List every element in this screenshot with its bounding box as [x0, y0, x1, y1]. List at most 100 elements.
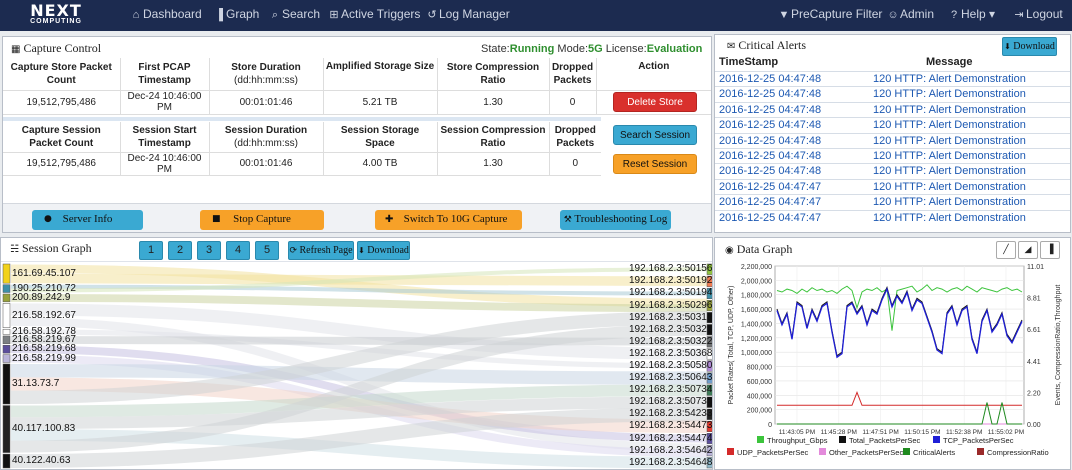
nav-label: Admin	[900, 7, 935, 21]
nav-label: Search	[282, 7, 321, 21]
legend-label[interactable]: UDP_PacketsPerSec	[737, 448, 809, 457]
session-header-row: Capture Session Packet Count Session Sta…	[3, 122, 601, 152]
sankey-area: 161.69.45.107 190.25.210.72 200.89.242.9 21…	[1, 261, 712, 469]
troubleshooting-log-button[interactable]: ⚒ Troubleshooting Log	[560, 210, 671, 230]
data-graph-chart: 0 200,000 400,000 600,000 800,000 1,000,000 1,…	[727, 264, 1062, 457]
nav-dashboard[interactable]: ⌂ Dashboard	[129, 7, 202, 21]
logout-icon: ⇥	[1014, 9, 1024, 21]
sankey-source-node[interactable]	[2, 284, 11, 293]
reset-session-button[interactable]: Reset Session	[613, 154, 697, 174]
store-ratio-header: Store Compression Ratio	[437, 58, 550, 90]
critical-alerts-label: Critical Alerts	[738, 38, 807, 52]
store-count-header: Capture Store Packet Count	[3, 58, 121, 90]
page-button-3[interactable]: 3	[197, 241, 221, 260]
refresh-icon: ⟳	[289, 246, 297, 256]
alert-row[interactable]: 2016-12-25 04:47:48 120 HTTP: Alert Demon…	[715, 117, 1070, 132]
nav-graph[interactable]: ▐ Graph	[212, 7, 259, 21]
mode-value: 5G	[588, 43, 603, 55]
search-session-button[interactable]: Search Session	[613, 125, 697, 145]
sankey-link[interactable]	[10, 363, 708, 385]
nav-right-0[interactable]: ▼ PreCapture Filter	[777, 7, 883, 21]
sankey-source-node[interactable]	[2, 354, 11, 363]
y2-tick-label: 6.61	[1027, 327, 1041, 334]
alert-row[interactable]: 2016-12-25 04:47:48 120 HTTP: Alert Demon…	[715, 71, 1070, 86]
y2-axis-label: Events, CompressionRatio,Throughput	[1055, 285, 1062, 406]
stop-capture-button[interactable]: ■ Stop Capture	[200, 210, 324, 230]
legend-swatch	[977, 448, 984, 455]
bar-chart-icon-button[interactable]: ▐	[1040, 241, 1060, 259]
sankey-source-node[interactable]	[2, 335, 11, 345]
wrench-icon: ⚒	[563, 215, 572, 225]
dest-ip-label: 192.168.2.3:50735	[629, 396, 713, 408]
nav-right-2[interactable]: ? Help ▾	[947, 7, 995, 21]
next-computing-logo[interactable]: NEXT COMPUTING	[22, 3, 90, 29]
dest-ip-label: 192.168.2.3:50194	[629, 287, 713, 299]
nav-log-manager[interactable]: ↺ Log Manager	[425, 7, 509, 21]
y-tick-label: 1,800,000	[741, 293, 772, 300]
dest-ip-label: 192.168.2.3:50156	[629, 263, 713, 275]
page-button-2[interactable]: 2	[168, 241, 192, 260]
data-graph-title: ◉ Data Graph	[725, 242, 792, 257]
x-tick-label: 11:43:05 PM	[779, 429, 815, 436]
nav-right-3[interactable]: ⇥ Logout	[1012, 7, 1063, 21]
x-tick-label: 11:52:38 PM	[946, 429, 982, 436]
alert-row[interactable]: 2016-12-25 04:47:47 120 HTTP: Alert Demon…	[715, 194, 1070, 209]
sankey-link[interactable]	[10, 335, 708, 346]
legend-label[interactable]: CompressionRatio	[987, 448, 1049, 457]
nav-right-1[interactable]: ☺Admin	[886, 7, 934, 21]
plus-square-icon: ⊞	[329, 9, 339, 21]
legend-label[interactable]: Throughput_Gbps	[767, 436, 828, 445]
alert-message: 120 HTTP: Alert Demonstration	[873, 196, 1026, 209]
sankey-source-node[interactable]	[2, 345, 11, 354]
sankey-source-node[interactable]	[2, 363, 11, 405]
sankey-source-node[interactable]	[2, 328, 11, 335]
alert-row[interactable]: 2016-12-25 04:47:47 120 HTTP: Alert Demon…	[715, 178, 1070, 194]
alert-timestamp: 2016-12-25 04:47:47	[719, 196, 822, 209]
legend-label[interactable]: Total_PacketsPerSec	[849, 436, 921, 445]
nav-search[interactable]: ⌕ Search	[268, 7, 320, 22]
download-icon: ⬇	[1004, 42, 1011, 51]
amplified-size-value: 5.21 TB	[323, 89, 438, 115]
legend-label[interactable]: Other_PacketsPerSec	[829, 448, 903, 457]
sankey-source-node[interactable]	[2, 453, 11, 469]
line-chart-icon-button[interactable]: ╱	[996, 241, 1016, 259]
alert-row[interactable]: 2016-12-25 04:47:47 120 HTTP: Alert Demon…	[715, 209, 1070, 225]
page-button-4[interactable]: 4	[226, 241, 250, 260]
page-button-1[interactable]: 1	[139, 241, 163, 260]
alert-row[interactable]: 2016-12-25 04:47:48 120 HTTP: Alert Demon…	[715, 132, 1070, 148]
server-info-button[interactable]: ● Server Info	[32, 210, 143, 230]
critical-alerts-panel: ✉ Critical Alerts ⬇ Download TimeStamp M…	[714, 34, 1071, 233]
alert-message: 120 HTTP: Alert Demonstration	[873, 134, 1026, 147]
store-header-row: Capture Store Packet Count First PCAP Ti…	[3, 58, 711, 90]
alert-row[interactable]: 2016-12-25 04:47:48 120 HTTP: Alert Demon…	[715, 148, 1070, 163]
search-icon: ⌕	[271, 9, 279, 21]
y-tick-label: 600,000	[747, 379, 772, 386]
switch-capture-button[interactable]: ✚ Switch To 10G Capture	[375, 210, 522, 230]
session-count-value: 19,512,795,486	[3, 151, 121, 176]
sankey-source-node[interactable]	[2, 405, 11, 453]
sankey-source-node[interactable]	[2, 263, 11, 284]
nav-label: Logout	[1026, 7, 1063, 21]
stop-capture-label: Stop Capture	[233, 213, 291, 225]
alert-row[interactable]: 2016-12-25 04:47:48 120 HTTP: Alert Demon…	[715, 163, 1070, 178]
source-ip-label: 200.89.242.9	[12, 291, 71, 303]
sankey-source-node[interactable]	[2, 293, 11, 303]
y-tick-label: 400,000	[747, 393, 772, 400]
nav-active-triggers[interactable]: ⊞ Active Triggers	[327, 7, 420, 21]
page-button-5[interactable]: 5	[255, 241, 279, 260]
alert-row[interactable]: 2016-12-25 04:47:48 120 HTTP: Alert Demon…	[715, 101, 1070, 117]
info-icon: ●	[44, 214, 52, 224]
alert-message: 120 HTTP: Alert Demonstration	[873, 73, 1026, 85]
refresh-page-button[interactable]: ⟳ Refresh Page	[288, 241, 354, 260]
alerts-download-button[interactable]: ⬇ Download	[1002, 37, 1057, 56]
y-tick-label: 800,000	[747, 365, 772, 372]
delete-store-button[interactable]: Delete Store	[613, 92, 697, 112]
alert-row[interactable]: 2016-12-25 04:47:48 120 HTTP: Alert Demon…	[715, 86, 1070, 101]
legend-label[interactable]: TCP_PacketsPerSec	[943, 436, 1014, 445]
sankey-source-node[interactable]	[2, 303, 11, 328]
area-chart-icon-button[interactable]: ◢	[1018, 241, 1038, 259]
dest-ip-label: 192.168.2.3:50296	[629, 299, 713, 311]
legend-label[interactable]: CriticalAlerts	[913, 448, 955, 457]
legend-swatch	[727, 448, 734, 455]
session-download-button[interactable]: ⬇ Download	[357, 241, 410, 260]
